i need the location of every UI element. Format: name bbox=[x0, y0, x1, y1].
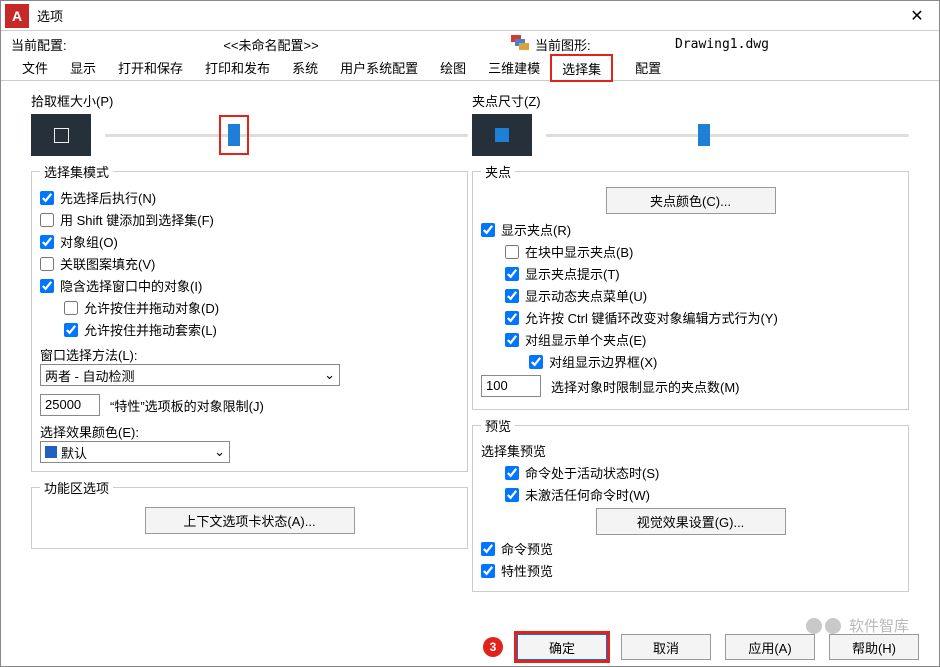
current-drawing-label: 当前图形: bbox=[535, 35, 605, 54]
apply-button[interactable]: 应用(A) bbox=[725, 634, 815, 660]
chk-drag-lasso[interactable] bbox=[64, 323, 78, 337]
chk-drag-obj[interactable] bbox=[64, 301, 78, 315]
tab-strip: 文件 显示 打开和保存 打印和发布 系统 用户系统配置 绘图 三维建模 选择集 … bbox=[1, 57, 939, 81]
sel-effect-color-label: 选择效果颜色(E): bbox=[40, 422, 459, 441]
pickbox-preview bbox=[31, 114, 91, 156]
chevron-down-icon: ⌄ bbox=[214, 444, 225, 460]
grip-color-button[interactable]: 夹点颜色(C)... bbox=[606, 187, 776, 214]
grip-obj-limit-input[interactable]: 100 bbox=[481, 375, 541, 397]
pickbox-size-label: 拾取框大小(P) bbox=[31, 91, 468, 110]
selection-mode-legend: 选择集模式 bbox=[40, 162, 113, 181]
window-method-label: 窗口选择方法(L): bbox=[40, 345, 459, 364]
dialog-buttons: 3 确定 取消 应用(A) 帮助(H) bbox=[483, 634, 919, 660]
preview-legend: 预览 bbox=[481, 416, 515, 435]
chk-implied-window[interactable] bbox=[40, 279, 54, 293]
tab-content: 拾取框大小(P) 选择集模式 先选择后执行(N) 用 Shift 键添加到选择集… bbox=[1, 81, 939, 625]
titlebar: A 选项 ✕ bbox=[1, 1, 939, 31]
help-button[interactable]: 帮助(H) bbox=[829, 634, 919, 660]
app-icon: A bbox=[5, 4, 29, 28]
sel-effect-color-select[interactable]: 默认 ⌄ bbox=[40, 441, 230, 463]
chk-shift-add[interactable] bbox=[40, 213, 54, 227]
window-title: 选项 bbox=[37, 6, 63, 25]
tab-3d-model[interactable]: 三维建模 bbox=[477, 54, 551, 80]
chk-show-grips-block[interactable] bbox=[505, 245, 519, 259]
grip-group: 夹点 夹点颜色(C)... 显示夹点(R) 在块中显示夹点(B) 显示夹点提示(… bbox=[472, 162, 909, 410]
chk-cmd-active[interactable] bbox=[505, 466, 519, 480]
grip-legend: 夹点 bbox=[481, 162, 515, 181]
chk-show-grips[interactable] bbox=[481, 223, 495, 237]
tab-file[interactable]: 文件 bbox=[11, 54, 59, 80]
chk-cmd-preview[interactable] bbox=[481, 542, 495, 556]
selection-mode-group: 选择集模式 先选择后执行(N) 用 Shift 键添加到选择集(F) 对象组(O… bbox=[31, 162, 468, 472]
cancel-button[interactable]: 取消 bbox=[621, 634, 711, 660]
pickbox-slider[interactable] bbox=[105, 126, 468, 144]
ribbon-group: 功能区选项 上下文选项卡状态(A)... bbox=[31, 478, 468, 549]
close-button[interactable]: ✕ bbox=[895, 1, 939, 31]
tab-display[interactable]: 显示 bbox=[59, 54, 107, 80]
chk-prop-preview[interactable] bbox=[481, 564, 495, 578]
tab-user-prefs[interactable]: 用户系统配置 bbox=[329, 54, 429, 80]
prop-limit-input[interactable]: 25000 bbox=[40, 394, 100, 416]
watermark: 软件智库 bbox=[806, 615, 909, 636]
chk-assoc-hatch[interactable] bbox=[40, 257, 54, 271]
chk-cmd-none[interactable] bbox=[505, 488, 519, 502]
gripsize-slider[interactable] bbox=[546, 126, 909, 144]
visual-effect-button[interactable]: 视觉效果设置(G)... bbox=[596, 508, 786, 535]
chk-group-bbox[interactable] bbox=[529, 355, 543, 369]
current-drawing-value: Drawing1.dwg bbox=[675, 37, 769, 52]
chk-show-dyn-grip-menu[interactable] bbox=[505, 289, 519, 303]
chk-show-grip-tips[interactable] bbox=[505, 267, 519, 281]
window-method-select[interactable]: 两者 - 自动检测 ⌄ bbox=[40, 364, 340, 386]
tab-open-save[interactable]: 打开和保存 bbox=[107, 54, 194, 80]
current-config-value: <<未命名配置>> bbox=[91, 35, 451, 54]
ribbon-context-state-button[interactable]: 上下文选项卡状态(A)... bbox=[145, 507, 355, 534]
options-dialog: A 选项 ✕ 当前配置: <<未命名配置>> 当前图形: Drawing1.dw… bbox=[0, 0, 940, 667]
ok-button[interactable]: 确定 bbox=[517, 634, 607, 660]
preview-group: 预览 选择集预览 命令处于活动状态时(S) 未激活任何命令时(W) 视觉效果设置… bbox=[472, 416, 909, 592]
color-swatch bbox=[45, 446, 57, 458]
tab-draft[interactable]: 绘图 bbox=[429, 54, 477, 80]
chk-group-single-grip[interactable] bbox=[505, 333, 519, 347]
chk-obj-group[interactable] bbox=[40, 235, 54, 249]
drawing-icon bbox=[511, 35, 529, 53]
right-column: 夹点尺寸(Z) 夹点 夹点颜色(C)... 显示夹点(R) 在块中显示夹点(B)… bbox=[470, 85, 911, 621]
left-column: 拾取框大小(P) 选择集模式 先选择后执行(N) 用 Shift 键添加到选择集… bbox=[29, 85, 470, 621]
gripsize-label: 夹点尺寸(Z) bbox=[472, 91, 909, 110]
gripsize-preview bbox=[472, 114, 532, 156]
sel-preview-label: 选择集预览 bbox=[481, 441, 900, 460]
tab-profile[interactable]: 配置 bbox=[624, 54, 672, 80]
ribbon-legend: 功能区选项 bbox=[40, 478, 113, 497]
badge-3: 3 bbox=[483, 637, 503, 657]
chk-ctrl-cycle[interactable] bbox=[505, 311, 519, 325]
tab-print-publish[interactable]: 打印和发布 bbox=[194, 54, 281, 80]
current-config-label: 当前配置: bbox=[11, 35, 91, 54]
chevron-down-icon: ⌄ bbox=[324, 367, 335, 383]
grip-obj-limit-label: 选择对象时限制显示的夹点数(M) bbox=[551, 377, 740, 396]
prop-limit-label: “特性”选项板的对象限制(J) bbox=[110, 396, 264, 415]
tab-system[interactable]: 系统 bbox=[281, 54, 329, 80]
chk-pre-exec[interactable] bbox=[40, 191, 54, 205]
tab-select[interactable]: 选择集 bbox=[551, 55, 612, 81]
